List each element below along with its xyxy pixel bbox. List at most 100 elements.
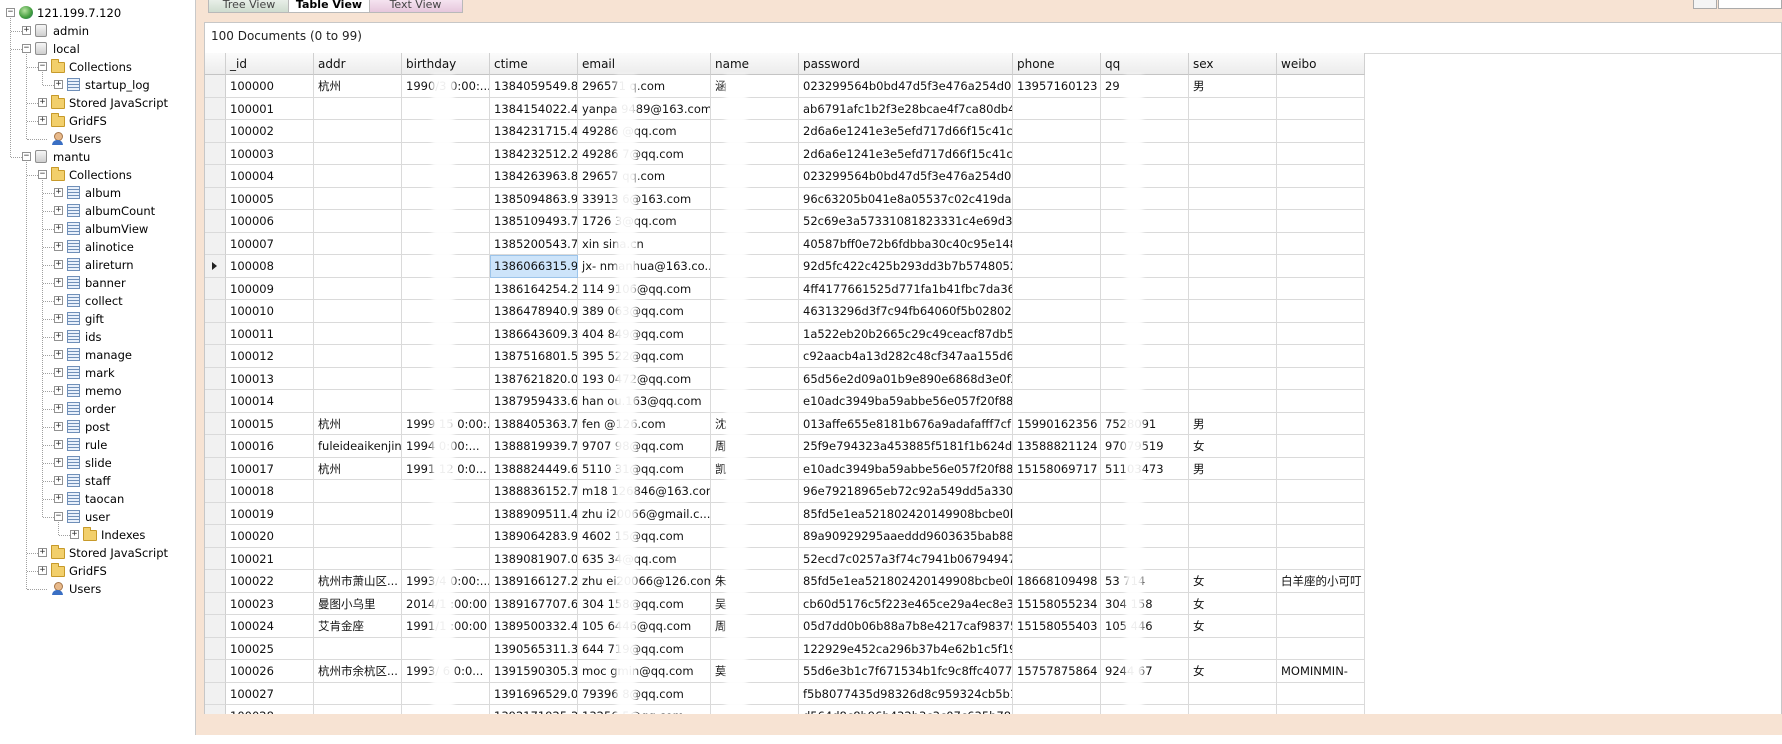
cell-ctime[interactable]: 1390565311.33... bbox=[490, 637, 578, 660]
cell-id[interactable]: 100022 bbox=[226, 570, 314, 593]
expand-icon[interactable]: + bbox=[54, 350, 63, 359]
cell-qq[interactable]: 7528091 bbox=[1101, 412, 1189, 435]
tree-node-post[interactable]: + post bbox=[0, 418, 195, 436]
cell-qq[interactable] bbox=[1101, 165, 1189, 188]
cell-ctime[interactable]: 1384059549.81... bbox=[490, 75, 578, 98]
expand-icon[interactable]: + bbox=[54, 260, 63, 269]
cell-id[interactable]: 100005 bbox=[226, 187, 314, 210]
tree-node-collect[interactable]: + collect bbox=[0, 292, 195, 310]
collapse-icon[interactable]: − bbox=[38, 62, 47, 71]
cell-id[interactable]: 100016 bbox=[226, 435, 314, 458]
collapse-icon[interactable]: − bbox=[22, 44, 31, 53]
table-row[interactable]: 100000杭州1990/3 0:00:...1384059549.81...2… bbox=[205, 75, 1365, 98]
expand-icon[interactable]: + bbox=[54, 224, 63, 233]
cell-id[interactable]: 100017 bbox=[226, 457, 314, 480]
cell-addr[interactable]: 杭州 bbox=[314, 75, 402, 98]
cell-phone[interactable] bbox=[1013, 480, 1101, 503]
cell-email[interactable]: 389 063@qq.com bbox=[578, 300, 711, 323]
cell-password[interactable]: 52c69e3a57331081823331c4e69d3f2e bbox=[799, 210, 1013, 233]
cell-ctime[interactable]: 1391696529.09... bbox=[490, 682, 578, 705]
expand-icon[interactable]: + bbox=[54, 314, 63, 323]
cell-sex[interactable] bbox=[1189, 255, 1277, 278]
cell-ctime[interactable]: 1386478940.904 bbox=[490, 300, 578, 323]
cell-phone[interactable] bbox=[1013, 637, 1101, 660]
cell-addr[interactable] bbox=[314, 502, 402, 525]
cell-email[interactable]: 5110 31@qq.com bbox=[578, 457, 711, 480]
cell-password[interactable]: 4ff4177661525d771fa1b41fbc7da36d bbox=[799, 277, 1013, 300]
tree-node-rule[interactable]: + rule bbox=[0, 436, 195, 454]
table-row[interactable]: 100003 1384232512.21...49286 7@qq.com 2d6a… bbox=[205, 142, 1365, 165]
cell-addr[interactable] bbox=[314, 480, 402, 503]
cell-password[interactable]: e10adc3949ba59abbe56e057f20f883e bbox=[799, 390, 1013, 413]
cell-qq[interactable]: 97079519 bbox=[1101, 435, 1189, 458]
cell-sex[interactable]: 女 bbox=[1189, 615, 1277, 638]
cell-ctime[interactable]: 1384263963.89... bbox=[490, 165, 578, 188]
collapse-icon[interactable]: − bbox=[54, 512, 63, 521]
cell-ctime[interactable]: 1385094863.95... bbox=[490, 187, 578, 210]
expand-icon[interactable]: + bbox=[54, 422, 63, 431]
expand-icon[interactable]: + bbox=[38, 98, 47, 107]
tree-node-banner[interactable]: + banner bbox=[0, 274, 195, 292]
cell-qq[interactable]: 105 446 bbox=[1101, 615, 1189, 638]
cell-id[interactable]: 100000 bbox=[226, 75, 314, 98]
cell-weibo[interactable] bbox=[1277, 165, 1365, 188]
cell-ctime[interactable]: 1387516801.59... bbox=[490, 345, 578, 368]
expand-icon[interactable]: + bbox=[54, 278, 63, 287]
cell-sex[interactable] bbox=[1189, 525, 1277, 548]
cell-id[interactable]: 100007 bbox=[226, 232, 314, 255]
cell-ctime[interactable]: 1389064283.9509 bbox=[490, 525, 578, 548]
cell-phone[interactable] bbox=[1013, 120, 1101, 143]
cell-password[interactable]: 122929e452ca296b37b4e62b1c5f1950 bbox=[799, 637, 1013, 660]
cell-weibo[interactable] bbox=[1277, 255, 1365, 278]
cell-weibo[interactable] bbox=[1277, 412, 1365, 435]
cell-phone[interactable] bbox=[1013, 97, 1101, 120]
cell-weibo[interactable] bbox=[1277, 232, 1365, 255]
table-row[interactable]: 100011 1386643609.31...404 849@qq.com 1a52… bbox=[205, 322, 1365, 345]
cell-email[interactable]: 304 158@qq.com bbox=[578, 592, 711, 615]
cell-addr[interactable] bbox=[314, 547, 402, 570]
cell-ctime[interactable]: 1386164254.23... bbox=[490, 277, 578, 300]
cell-id[interactable]: 100024 bbox=[226, 615, 314, 638]
cell-phone[interactable] bbox=[1013, 322, 1101, 345]
row-selector[interactable] bbox=[205, 682, 226, 705]
current-row-indicator[interactable] bbox=[205, 255, 226, 278]
tree-node-startup-log[interactable]: + startup_log bbox=[0, 76, 195, 94]
row-selector[interactable] bbox=[205, 142, 226, 165]
row-selector[interactable] bbox=[205, 502, 226, 525]
cell-addr[interactable] bbox=[314, 255, 402, 278]
cell-id[interactable]: 100027 bbox=[226, 682, 314, 705]
cell-ctime[interactable]: 1389167707.6966 bbox=[490, 592, 578, 615]
cell-id[interactable]: 100015 bbox=[226, 412, 314, 435]
table-row[interactable]: 100015杭州1999 15 0:00:...1388405363.7983f… bbox=[205, 412, 1365, 435]
cell-qq[interactable] bbox=[1101, 480, 1189, 503]
cell-weibo[interactable]: 白羊座的小可叮 bbox=[1277, 570, 1365, 593]
cell-phone[interactable] bbox=[1013, 142, 1101, 165]
table-row[interactable]: 100006 1385109493.79...1726 3@qq.com 52c69… bbox=[205, 210, 1365, 233]
tree-node-collections[interactable]: − Collections bbox=[0, 58, 195, 76]
cell-phone[interactable] bbox=[1013, 390, 1101, 413]
cell-password[interactable]: f5b8077435d98326d8c959324cb5b12d bbox=[799, 682, 1013, 705]
cell-qq[interactable] bbox=[1101, 502, 1189, 525]
cell-weibo[interactable] bbox=[1277, 637, 1365, 660]
tree-node-mark[interactable]: + mark bbox=[0, 364, 195, 382]
cell-password[interactable]: cb60d5176c5f223e465ce29a4ec8e364 bbox=[799, 592, 1013, 615]
table-row[interactable]: 100019 1388909511.43...zhu i20066@gmail.c… bbox=[205, 502, 1365, 525]
table-row[interactable]: 100024艾肯金座1991/1 :00:001389500332.40...1… bbox=[205, 615, 1365, 638]
cell-weibo[interactable] bbox=[1277, 300, 1365, 323]
table-row[interactable]: 100013 1387621820.01...193 0472@qq.com 65d… bbox=[205, 367, 1365, 390]
column-header-ctime[interactable]: ctime bbox=[490, 53, 578, 75]
cell-phone[interactable] bbox=[1013, 187, 1101, 210]
cell-addr[interactable] bbox=[314, 322, 402, 345]
column-header-name[interactable]: name bbox=[711, 53, 799, 75]
cell-addr[interactable]: 杭州 bbox=[314, 412, 402, 435]
tab-tree-view[interactable]: Tree View bbox=[208, 0, 290, 13]
cell-qq[interactable] bbox=[1101, 97, 1189, 120]
table-row[interactable]: 100014 1387959433.61...han ou.163@qq.com e… bbox=[205, 390, 1365, 413]
cell-sex[interactable] bbox=[1189, 142, 1277, 165]
cell-ctime[interactable]: 1388836152.77... bbox=[490, 480, 578, 503]
cell-ctime[interactable]: 1385200543.7033 bbox=[490, 232, 578, 255]
cell-weibo[interactable] bbox=[1277, 277, 1365, 300]
cell-phone[interactable]: 15158069717 bbox=[1013, 457, 1101, 480]
tree-node-manage[interactable]: + manage bbox=[0, 346, 195, 364]
expand-icon[interactable]: + bbox=[22, 26, 31, 35]
